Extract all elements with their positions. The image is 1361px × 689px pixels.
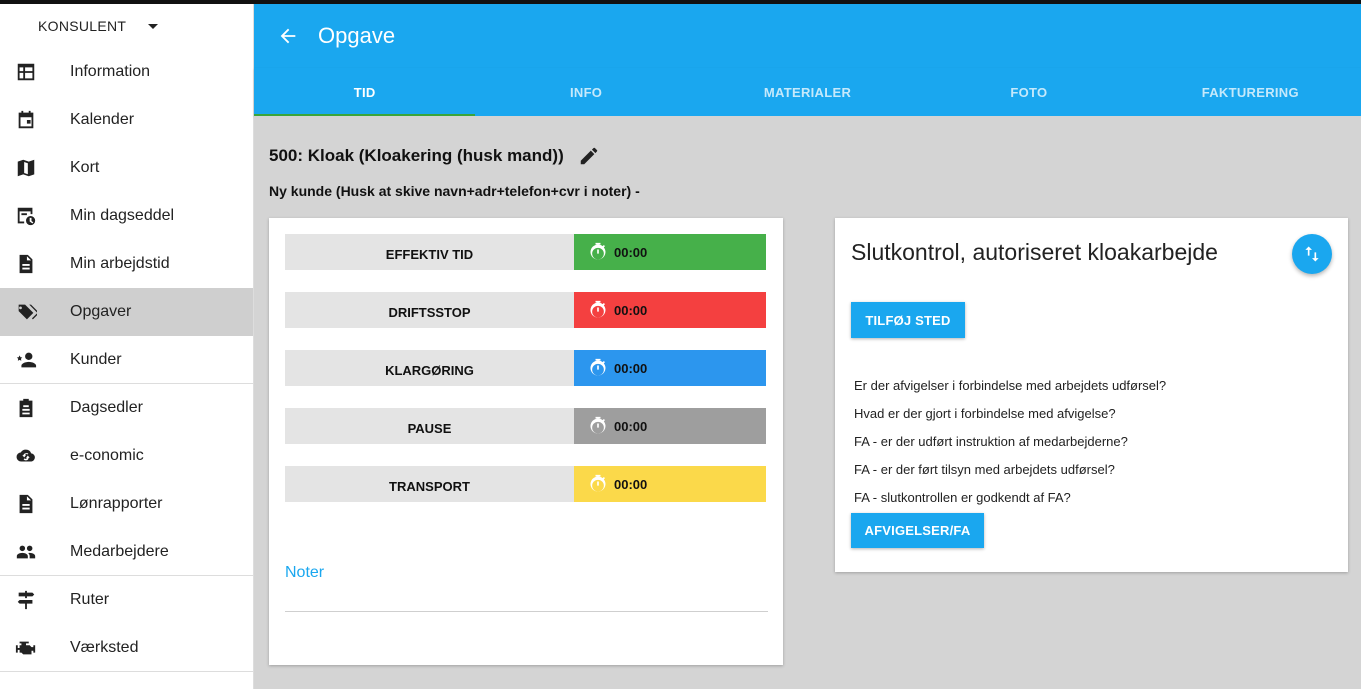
- signpost-icon: [15, 589, 37, 611]
- time-value: 00:00: [614, 244, 648, 260]
- sidebar-item-label: Kunder: [70, 350, 122, 368]
- sidebar-item-label: Kalender: [70, 111, 135, 128]
- sidebar-item-information[interactable]: Information: [0, 48, 253, 96]
- timer-button-pause[interactable]: 00:00: [574, 408, 766, 444]
- calendar-icon: [15, 109, 37, 131]
- time-row-driftsstop: DRIFTSSTOP 00:00: [285, 292, 766, 328]
- job-subtitle: Ny kunde (Husk at skive navn+adr+telefon…: [269, 183, 640, 199]
- clipboard-icon: [15, 397, 37, 419]
- role-label: KONSULENT: [38, 18, 127, 34]
- timer-button-transport[interactable]: 00:00: [574, 466, 766, 502]
- time-label: PAUSE: [285, 408, 574, 444]
- tab-bar: TID INFO MATERIALER FOTO FAKTURERING: [254, 68, 1361, 116]
- time-value: 00:00: [614, 476, 648, 492]
- notes-field-underline[interactable]: [285, 611, 768, 612]
- back-arrow-icon[interactable]: [276, 24, 300, 48]
- app-bar: Opgave: [254, 4, 1361, 68]
- page-title: Opgave: [318, 23, 396, 48]
- timer-button-klargoring[interactable]: 00:00: [574, 350, 766, 386]
- person-add-icon: [15, 349, 37, 371]
- tags-icon: [15, 301, 37, 323]
- sidebar-item-label: e-conomic: [70, 447, 144, 464]
- sidebar-item-kort[interactable]: Kort: [0, 144, 253, 192]
- time-value: 00:00: [614, 302, 648, 318]
- cloud-sync-icon: [15, 445, 37, 467]
- sidebar-item-ruter[interactable]: Ruter: [0, 576, 253, 624]
- time-value: 00:00: [614, 418, 648, 434]
- sidebar-item-label: Medarbejdere: [70, 542, 169, 560]
- add-place-button[interactable]: TILFØJ STED: [851, 302, 965, 338]
- question-item: Er der afvigelser i forbindelse med arbe…: [854, 378, 1167, 393]
- time-value: 00:00: [614, 360, 648, 376]
- time-row-effektiv-tid: EFFEKTIV TID 00:00: [285, 234, 766, 270]
- caret-down-icon: [148, 23, 159, 29]
- sidebar-item-kunder[interactable]: Kunder: [0, 336, 253, 384]
- sidebar-item-label: Information: [70, 63, 151, 80]
- question-item: FA - er der udført instruktion af medarb…: [854, 434, 1128, 449]
- tab-info[interactable]: INFO: [475, 68, 696, 116]
- question-item: Hvad er der gjort i forbindelse med afvi…: [854, 406, 1116, 421]
- tab-foto[interactable]: FOTO: [918, 68, 1139, 116]
- time-label: DRIFTSSTOP: [285, 292, 574, 328]
- document-icon: [15, 493, 37, 515]
- timer-button-driftsstop[interactable]: 00:00: [574, 292, 766, 328]
- tab-materialer[interactable]: MATERIALER: [697, 68, 918, 116]
- map-icon: [15, 157, 37, 179]
- sidebar-item-dagsedler[interactable]: Dagsedler: [0, 384, 253, 432]
- time-label: KLARGØRING: [285, 350, 574, 386]
- engine-icon: [15, 637, 37, 659]
- stopwatch-icon: [590, 358, 606, 376]
- time-row-klargoring: KLARGØRING 00:00: [285, 350, 766, 386]
- main-content: 500: Kloak (Kloakering (husk mand)) Ny k…: [254, 116, 1361, 689]
- stopwatch-icon: [590, 474, 606, 492]
- stopwatch-icon: [590, 242, 606, 260]
- question-item: FA - slutkontrollen er godkendt af FA?: [854, 490, 1071, 505]
- edit-pencil-icon[interactable]: [578, 145, 600, 167]
- sidebar-item-opgaver[interactable]: Opgaver: [0, 288, 253, 336]
- inspection-card: Slutkontrol, autoriseret kloakarbejde TI…: [835, 218, 1348, 572]
- sidebar-item-label: Min dagseddel: [70, 207, 175, 224]
- deviations-button[interactable]: AFVIGELSER/FA: [851, 513, 984, 548]
- sidebar-item-label: Ruter: [70, 591, 110, 608]
- sidebar-item-label: Værksted: [70, 638, 139, 656]
- stopwatch-icon: [590, 300, 606, 318]
- people-icon: [15, 541, 37, 563]
- tab-fakturering[interactable]: FAKTURERING: [1140, 68, 1361, 116]
- sidebar-item-e-conomic[interactable]: e-conomic: [0, 432, 253, 480]
- job-title-row: 500: Kloak (Kloakering (husk mand)): [269, 145, 600, 167]
- swap-vertical-icon: [1305, 246, 1319, 262]
- question-item: FA - er der ført tilsyn med arbejdets ud…: [854, 462, 1115, 477]
- sidebar-item-medarbejdere[interactable]: Medarbejdere: [0, 528, 253, 576]
- table-icon: [15, 61, 37, 83]
- sidebar-item-kalender[interactable]: Kalender: [0, 96, 253, 144]
- sort-button[interactable]: [1292, 234, 1332, 274]
- sidebar-item-label: Min arbejdstid: [70, 255, 170, 272]
- inspection-title: Slutkontrol, autoriseret kloakarbejde: [851, 239, 1218, 265]
- timer-button-effektiv-tid[interactable]: 00:00: [574, 234, 766, 270]
- time-label: TRANSPORT: [285, 466, 574, 502]
- tab-tid[interactable]: TID: [254, 68, 476, 116]
- sidebar-item-label: Opgaver: [70, 303, 132, 320]
- notes-field-label[interactable]: Noter: [285, 564, 324, 582]
- stopwatch-icon: [590, 416, 606, 434]
- sidebar-item-min-arbejdstid[interactable]: Min arbejdstid: [0, 240, 253, 288]
- sidebar-item-vaerksted[interactable]: Værksted: [0, 624, 253, 672]
- sidebar: KONSULENT Information Kalender Kort Min …: [0, 4, 254, 689]
- sidebar-item-lonrapporter[interactable]: Lønrapporter: [0, 480, 253, 528]
- sidebar-item-label: Dagsedler: [70, 399, 143, 416]
- time-label: EFFEKTIV TID: [285, 234, 574, 270]
- time-row-pause: PAUSE 00:00: [285, 408, 766, 444]
- sidebar-item-label: Kort: [70, 159, 100, 176]
- role-selector[interactable]: KONSULENT: [0, 4, 253, 48]
- job-title: 500: Kloak (Kloakering (husk mand)): [269, 146, 564, 165]
- sidebar-item-min-dagseddel[interactable]: Min dagseddel: [0, 192, 253, 240]
- timesheet-icon: [15, 205, 37, 227]
- time-row-transport: TRANSPORT 00:00: [285, 466, 766, 502]
- time-card: EFFEKTIV TID 00:00 DRIFTSSTOP 00:00 KLAR…: [269, 218, 783, 665]
- document-icon: [15, 253, 37, 275]
- sidebar-item-label: Lønrapporter: [70, 495, 163, 512]
